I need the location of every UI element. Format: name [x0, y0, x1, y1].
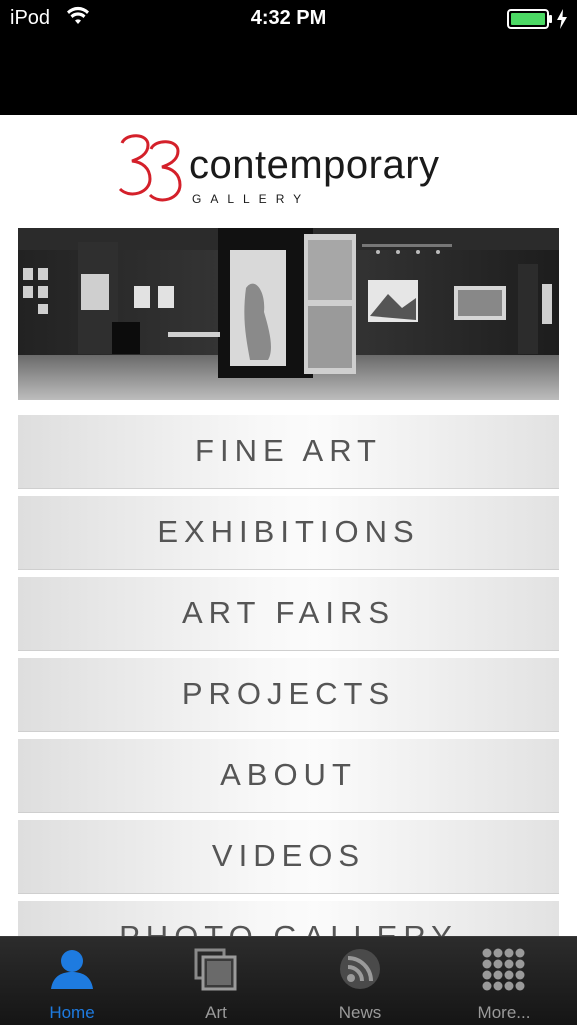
stacked-frames-icon [193, 947, 239, 998]
menu-item-videos[interactable]: VIDEOS [18, 819, 559, 893]
menu-item-art-fairs[interactable]: ART FAIRS [18, 576, 559, 650]
tab-more-label: More... [477, 1003, 531, 1022]
tab-home-label: Home [49, 1003, 95, 1022]
tab-news-label: News [338, 1003, 382, 1022]
menu-item-photo-gallery[interactable]: PHOTO GALLERY [18, 900, 559, 936]
battery-icon [507, 9, 553, 34]
tab-art-label: Art [205, 1003, 227, 1022]
tab-more[interactable]: More... [432, 937, 576, 1025]
gallery-hero-image [18, 228, 559, 400]
rss-icon [338, 947, 382, 996]
tab-art[interactable]: Art [144, 937, 288, 1025]
charging-icon [556, 9, 568, 34]
grid-dots-icon [481, 947, 527, 998]
person-icon [49, 947, 95, 996]
tab-news[interactable]: News [288, 937, 432, 1025]
menu-item-exhibitions[interactable]: EXHIBITIONS [18, 495, 559, 569]
status-bar: iPod 4:32 PM [0, 0, 577, 115]
menu-item-fine-art[interactable]: FINE ART [18, 414, 559, 488]
logo-wordmark: contemporary [189, 143, 440, 187]
home-screen[interactable]: contemporary GALLERY FINE ART EXHIBITION… [0, 115, 577, 936]
menu-item-projects[interactable]: PROJECTS [18, 657, 559, 731]
status-time: 4:32 PM [250, 7, 327, 29]
menu-item-about[interactable]: ABOUT [18, 738, 559, 812]
logo-subtitle: GALLERY [192, 192, 311, 206]
gallery-logo: contemporary GALLERY [118, 131, 463, 205]
logo-mark [118, 134, 182, 202]
tab-home[interactable]: Home [0, 937, 144, 1025]
tab-bar: Home Art News More... [0, 936, 577, 1025]
